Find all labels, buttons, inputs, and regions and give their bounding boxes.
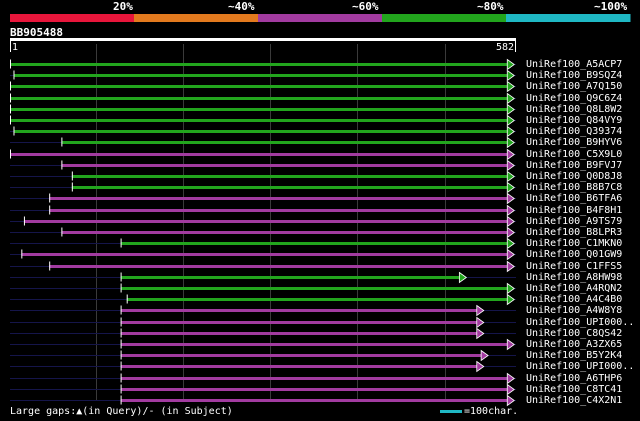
hit-end-arrow	[506, 383, 515, 396]
hit-label[interactable]: UniRef100_A4RQN2	[526, 283, 622, 294]
hit-label[interactable]: UniRef100_C1MKN0	[526, 238, 622, 249]
hit-label[interactable]: UniRef100_A6THP6	[526, 373, 622, 384]
hit-end-arrow	[506, 237, 515, 250]
hit-label[interactable]: UniRef100_Q9C6Z4	[526, 93, 622, 104]
hit-label[interactable]: UniRef100_A5ACP7	[526, 59, 622, 70]
legend-bar-segment	[382, 14, 507, 22]
hit-alignments	[10, 58, 516, 407]
hit-end-arrow	[506, 136, 515, 149]
hit-end-arrow	[506, 69, 515, 82]
hit-label[interactable]: UniRef100_B5Y2K4	[526, 350, 622, 361]
hit-label[interactable]: UniRef100_Q8L8W2	[526, 104, 622, 115]
hit-end-arrow	[506, 181, 515, 194]
hit-label[interactable]: UniRef100_A9TS79	[526, 216, 622, 227]
ruler-bar	[10, 38, 516, 41]
hit-label[interactable]: UniRef100_C8TC41	[526, 384, 622, 395]
legend-label-20: 20%	[113, 0, 133, 13]
legend-label-40: ~40%	[228, 0, 255, 13]
hit-label[interactable]: UniRef100_B9SQZ4	[526, 70, 622, 81]
scale-bar-line	[440, 410, 462, 413]
hit-label[interactable]: UniRef100_A8HW98	[526, 272, 622, 283]
legend-label-100: ~100%	[594, 0, 628, 13]
hit-end-arrow	[506, 159, 515, 172]
legend-label-60: ~60%	[352, 0, 379, 13]
query-id: BB905488	[10, 26, 63, 39]
hit-end-arrow	[506, 293, 515, 306]
hit-label[interactable]: UniRef100_Q39374	[526, 126, 622, 137]
hit-end-arrow	[506, 170, 515, 183]
hit-label[interactable]: UniRef100_Q84VY9	[526, 115, 622, 126]
hit-end-arrow	[476, 327, 485, 340]
hit-end-arrow	[506, 372, 515, 385]
hit-label[interactable]: UniRef100_C8QS42	[526, 328, 622, 339]
legend-bar-segment	[134, 14, 259, 22]
hit-end-arrow	[506, 282, 515, 295]
query-ruler	[10, 38, 516, 52]
hit-end-arrow	[476, 304, 485, 317]
hit-label[interactable]: UniRef100_Q0D8J8	[526, 171, 622, 182]
hit-label[interactable]: UniRef100_A3ZX65	[526, 339, 622, 350]
hit-label[interactable]: UniRef100_B8B7C8	[526, 182, 622, 193]
hit-label[interactable]: UniRef100_B9HYV6	[526, 137, 622, 148]
hit-label[interactable]: UniRef100_A4W8Y8	[526, 305, 622, 316]
hit-end-arrow	[476, 360, 485, 373]
hit-end-arrow	[480, 349, 489, 362]
hit-label[interactable]: UniRef100_C4X2N1	[526, 395, 622, 406]
hit-end-arrow	[506, 248, 515, 261]
hit-end-arrow	[506, 204, 515, 217]
hit-label[interactable]: UniRef100_C5X9L0	[526, 149, 622, 160]
ruler-start-label: 1	[12, 42, 19, 53]
hit-label[interactable]: UniRef100_B8LPR3	[526, 227, 622, 238]
hit-end-arrow	[506, 103, 515, 116]
hit-end-arrow	[458, 271, 468, 284]
hit-label[interactable]: UniRef100_UPI000..	[526, 361, 634, 372]
hit-label[interactable]: UniRef100_B4F8H1	[526, 205, 622, 216]
hit-end-arrow	[506, 394, 515, 407]
hit-end-arrow	[506, 148, 515, 161]
hit-end-arrow	[506, 226, 515, 239]
hit-end-arrow	[476, 316, 485, 329]
hit-end-arrow	[506, 260, 515, 273]
ruler-end-label: 582	[496, 42, 515, 53]
hit-end-arrow	[506, 192, 515, 205]
hit-label[interactable]: UniRef100_Q01GW9	[526, 249, 622, 260]
hit-end-arrow	[506, 80, 515, 93]
hit-end-arrow	[506, 338, 515, 351]
hit-label[interactable]: UniRef100_C1FFS5	[526, 261, 622, 272]
scale-bar	[440, 410, 462, 413]
legend-bar-segment	[258, 14, 383, 22]
hit-end-arrow	[506, 215, 515, 228]
scale-label: =100char.	[464, 406, 519, 417]
identity-color-legend	[10, 14, 631, 22]
hit-label[interactable]: UniRef100_A4C4B0	[526, 294, 622, 305]
hit-end-arrow	[506, 114, 515, 127]
legend-bar-segment	[10, 14, 135, 22]
hit-end-arrow	[506, 125, 515, 138]
legend-label-80: ~80%	[477, 0, 504, 13]
hit-end-arrow	[506, 92, 515, 105]
hit-end-arrow	[506, 58, 515, 71]
legend-bar-segment	[506, 14, 631, 22]
hit-label[interactable]: UniRef100_B6TFA6	[526, 193, 622, 204]
large-gaps-legend: Large gaps:▲(in Query)/- (in Subject)	[10, 406, 233, 417]
hit-label[interactable]: UniRef100_UPI000..	[526, 317, 634, 328]
hit-label[interactable]: UniRef100_A7Q150	[526, 81, 622, 92]
hit-label[interactable]: UniRef100_B9FVJ7	[526, 160, 622, 171]
